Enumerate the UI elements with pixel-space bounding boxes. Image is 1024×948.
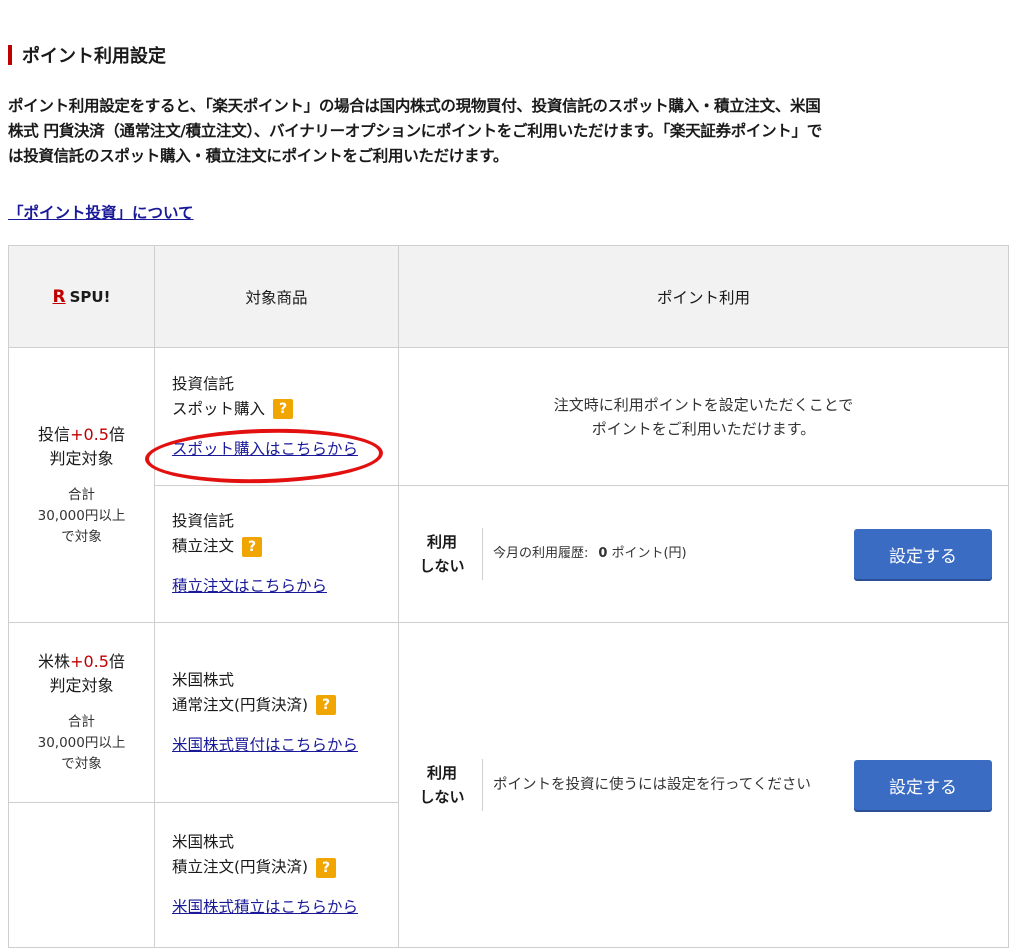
product-type: 積立注文 xyxy=(172,537,235,555)
table-header-row: R SPU! 対象商品 ポイント利用 xyxy=(8,245,1009,348)
fund-spu-note: 合計 30,000円以上 で対象 xyxy=(37,486,126,545)
us-tsumitate-product-cell: 米国株式 積立注文(円貨決済)? 米国株式積立はこちらから xyxy=(154,802,399,948)
multiplier: +0.5 xyxy=(70,424,109,444)
us-usage-cell: 利用 しない ポイントを投資に使うには設定を行ってください 設定する xyxy=(398,622,1009,948)
fund-spot-row: 投信+0.5倍 判定対象 合計 30,000円以上 で対象 投資信託 スポット購… xyxy=(8,347,1009,623)
usage-message: ポイントを投資に使うには設定を行ってください xyxy=(493,777,811,793)
section-heading: ポイント利用設定 xyxy=(8,42,166,68)
heading-title: ポイント利用設定 xyxy=(22,46,166,67)
us-spu-target: 判定対象 xyxy=(49,676,114,695)
us-spu-empty-cell xyxy=(8,802,155,948)
fund-spu-cell: 投信+0.5倍 判定対象 合計 30,000円以上 で対象 xyxy=(8,347,155,623)
usage-status: 利用 しない xyxy=(419,764,465,806)
point-usage-table: R SPU! 対象商品 ポイント利用 投信+0.5倍 判定対象 合計 30,00… xyxy=(8,245,1009,948)
usage-history: 今月の利用履歴: 0 ポイント(円) xyxy=(493,543,823,565)
spu-logo-text: SPU! xyxy=(69,287,111,306)
point-header-cell: ポイント利用 xyxy=(398,245,1009,348)
spu-header-cell: R SPU! xyxy=(8,245,155,348)
divider xyxy=(482,528,483,580)
usage-history-unit: ポイント(円) xyxy=(611,546,687,561)
fund-tsumitate-row: 投資信託 積立注文? 積立注文はこちらから 利用 しない 今月の利用履歴: 0 ポイ… xyxy=(9,485,1009,623)
product-name: 投資信託 xyxy=(172,374,235,393)
description-line: 株式 円貨決済（通常注文/積立注文）、バイナリーオプションにポイントをご利用いた… xyxy=(8,122,822,140)
fund-spot-message-cell: 注文時に利用ポイントを設定いただくことで ポイントをご利用いただけます。 xyxy=(398,347,1009,486)
description-line: は投資信託のスポット購入・積立注文にポイントをご利用いただけます。 xyxy=(8,147,509,165)
help-icon[interactable]: ? xyxy=(242,536,263,557)
us-stock-buy-link[interactable]: 米国株式買付はこちらから xyxy=(172,733,358,758)
product-name: 米国株式 xyxy=(172,833,235,851)
fund-tsumitate-product-cell: 投資信託 積立注文? 積立注文はこちらから xyxy=(154,485,399,623)
us-spu-label: 米株+0.5倍 xyxy=(38,652,125,671)
point-investment-about-link[interactable]: 「ポイント投資」について xyxy=(8,201,194,223)
point-settings-page: ポイント利用設定 ポイント利用設定をすると、「楽天ポイント」の場合は国内株式の現… xyxy=(0,0,1024,948)
product-name: 米国株式 xyxy=(172,670,235,689)
help-icon[interactable]: ? xyxy=(316,857,337,878)
spot-purchase-link[interactable]: スポット購入はこちらから xyxy=(172,437,358,462)
divider xyxy=(482,759,483,811)
rakuten-r-icon: R xyxy=(52,286,66,307)
heading-accent-bar xyxy=(8,45,12,65)
fund-spu-target: 判定対象 xyxy=(49,448,114,468)
spu-logo: R SPU! xyxy=(53,287,111,307)
multiplier: +0.5 xyxy=(70,652,109,671)
product-type: 通常注文(円貨決済) xyxy=(172,695,309,714)
fund-tsumitate-usage-cell: 利用 しない 今月の利用履歴: 0 ポイント(円) 設定する xyxy=(398,485,1009,623)
description-line: ポイント利用設定をすると、「楽天ポイント」の場合は国内株式の現物買付、投資信託の… xyxy=(8,97,821,115)
usage-history-value: 0 xyxy=(598,546,608,561)
us-normal-product-cell: 米国株式 通常注文(円貨決済)? 米国株式買付はこちらから xyxy=(154,622,399,803)
fund-spu-label: 投信+0.5倍 xyxy=(38,424,125,444)
product-type: スポット購入 xyxy=(172,399,266,418)
fund-settings-button[interactable]: 設定する xyxy=(854,529,992,579)
fund-spot-product-cell: 投資信託 スポット購入? スポット購入はこちらから xyxy=(154,347,399,486)
help-icon[interactable]: ? xyxy=(273,399,294,419)
us-spu-note: 合計 30,000円以上 で対象 xyxy=(37,714,126,772)
usage-status: 利用 しない xyxy=(419,533,465,575)
usage-history-label: 今月の利用履歴: xyxy=(493,546,589,561)
product-type: 積立注文(円貨決済) xyxy=(172,858,309,876)
product-name: 投資信託 xyxy=(172,512,235,530)
us-settings-button[interactable]: 設定する xyxy=(854,760,992,810)
tsumitate-order-link[interactable]: 積立注文はこちらから xyxy=(172,574,327,599)
help-icon[interactable]: ? xyxy=(316,695,337,715)
us-stock-tsumitate-link[interactable]: 米国株式積立はこちらから xyxy=(172,895,358,920)
description: ポイント利用設定をすると、「楽天ポイント」の場合は国内株式の現物買付、投資信託の… xyxy=(8,94,1008,169)
product-header-cell: 対象商品 xyxy=(154,245,399,348)
us-normal-row: 米株+0.5倍 判定対象 合計 30,000円以上 で対象 米国株式 通常注文(… xyxy=(8,622,1009,948)
us-spu-cell: 米株+0.5倍 判定対象 合計 30,000円以上 で対象 xyxy=(8,622,155,803)
